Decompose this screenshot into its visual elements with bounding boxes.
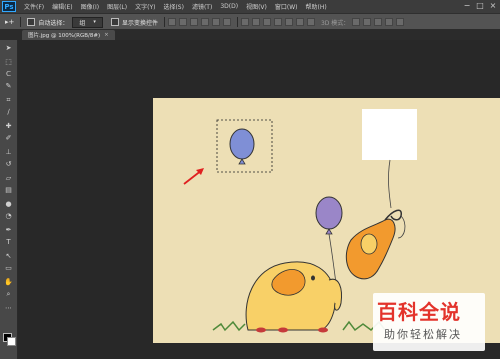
type-icon[interactable]: T [3, 238, 14, 247]
history-brush-icon[interactable]: ↺ [3, 160, 14, 169]
move-icon[interactable]: ➤ [3, 44, 14, 53]
yellow-elephant-foot [318, 327, 328, 333]
document-tab-title: 图片.jpg @ 100%(RGB/8#) [28, 33, 101, 39]
auto-align-icon[interactable] [306, 18, 315, 26]
3d-slide-icon[interactable] [385, 18, 394, 26]
menu-select[interactable]: 选择(S) [163, 2, 184, 11]
align-right-icon[interactable] [222, 18, 231, 26]
yellow-elephant-foot [278, 327, 288, 333]
close-icon[interactable]: × [488, 1, 498, 11]
auto-select-checkbox[interactable] [27, 18, 36, 26]
3d-scale-icon[interactable] [396, 18, 405, 26]
minimize-icon[interactable]: − [462, 1, 472, 11]
eyedropper-icon[interactable]: ∕ [3, 108, 14, 117]
blue-balloon[interactable] [229, 128, 255, 160]
path-select-icon[interactable]: ↖ [3, 252, 14, 261]
tools-panel: ➤ ⬚ ᑕ ✎ ⌗ ∕ ✚ ✐ ⊥ ↺ ▱ ▤ ● ◔ ✒ T ↖ ▭ ✋ ⌕ … [0, 40, 18, 359]
document-tab-bar: 图片.jpg @ 100%(RGB/8#) × [0, 29, 500, 40]
yellow-elephant-eye [311, 275, 315, 281]
move-tool-preset-icon[interactable]: ▸+ [5, 18, 14, 26]
watermark-subtitle: 助你轻松解决 [384, 328, 462, 341]
red-arrow-annotation [183, 168, 204, 185]
eraser-icon[interactable]: ▱ [3, 174, 14, 183]
align-center-icon[interactable] [211, 18, 220, 26]
distribute-left-icon[interactable] [273, 18, 282, 26]
gradient-icon[interactable]: ▤ [3, 186, 14, 195]
divider [236, 17, 238, 27]
chevron-down-icon: ▾ [93, 19, 96, 25]
3d-roll-icon[interactable] [363, 18, 372, 26]
menu-edit[interactable]: 编辑(E) [52, 2, 72, 11]
menu-layer[interactable]: 图层(L) [107, 2, 127, 11]
purple-balloon-knot [325, 228, 333, 235]
orange-elephant-ear [360, 233, 378, 255]
menu-view[interactable]: 视图(V) [246, 2, 267, 11]
distribute-middle-icon[interactable] [251, 18, 260, 26]
stamp-icon[interactable]: ⊥ [3, 148, 14, 157]
white-rectangle-layer[interactable] [362, 109, 417, 160]
pen-icon[interactable]: ✒ [3, 226, 14, 235]
menu-help[interactable]: 帮助(H) [306, 2, 327, 11]
distribute-right-icon[interactable] [295, 18, 304, 26]
hand-icon[interactable]: ✋ [3, 278, 14, 287]
distribute-top-icon[interactable] [240, 18, 249, 26]
auto-select-label: 自动选择： [38, 19, 69, 27]
crop-icon[interactable]: ⌗ [3, 96, 14, 105]
document-tab[interactable]: 图片.jpg @ 100%(RGB/8#) × [22, 30, 115, 40]
lasso-icon[interactable]: ᑕ [3, 70, 14, 79]
divider [163, 17, 165, 27]
auto-select-dropdown[interactable]: 组 ▾ [72, 16, 103, 28]
menu-bar: Ps 文件(F) 编辑(E) 图像(I) 图层(L) 文字(Y) 选择(S) 滤… [0, 0, 500, 13]
divider [20, 17, 22, 27]
blur-icon[interactable]: ● [3, 200, 14, 209]
shape-icon[interactable]: ▭ [3, 264, 14, 273]
distribute-bottom-icon[interactable] [262, 18, 271, 26]
menu-filter[interactable]: 滤镜(T) [192, 2, 212, 11]
maximize-icon[interactable]: □ [475, 1, 485, 11]
distribute-center-icon[interactable] [284, 18, 293, 26]
yellow-elephant-foot [256, 327, 266, 333]
healing-icon[interactable]: ✚ [3, 122, 14, 131]
show-transform-label: 显示变换控件 [121, 19, 158, 27]
align-bottom-icon[interactable] [189, 18, 198, 26]
zoom-icon[interactable]: ⌕ [3, 290, 14, 299]
dodge-icon[interactable]: ◔ [3, 212, 14, 221]
show-transform-checkbox[interactable] [110, 18, 119, 26]
menu-file[interactable]: 文件(F) [24, 2, 44, 11]
3d-drag-icon[interactable] [374, 18, 383, 26]
white-square-string [388, 159, 392, 209]
quick-select-icon[interactable]: ✎ [3, 82, 14, 91]
align-top-icon[interactable] [167, 18, 176, 26]
align-left-icon[interactable] [200, 18, 209, 26]
brush-icon[interactable]: ✐ [3, 134, 14, 143]
close-tab-icon[interactable]: × [104, 32, 109, 38]
more-tools-icon[interactable]: ⋯ [3, 304, 14, 313]
blue-balloon-knot [238, 158, 246, 165]
marquee-icon[interactable]: ⬚ [3, 58, 14, 67]
background-color-swatch[interactable] [7, 337, 16, 346]
menu-window[interactable]: 窗口(W) [275, 2, 298, 11]
photoshop-logo: Ps [2, 1, 16, 12]
menu-image[interactable]: 图像(I) [81, 2, 99, 11]
watermark-title: 百科全说 [377, 300, 461, 324]
purple-balloon[interactable] [315, 196, 343, 230]
menu-3d[interactable]: 3D(D) [220, 3, 238, 10]
auto-select-value: 组 [79, 19, 86, 27]
3d-rotate-icon[interactable] [352, 18, 361, 26]
orange-elephant-trunk [384, 209, 402, 221]
menu-type[interactable]: 文字(Y) [135, 2, 155, 11]
align-middle-icon[interactable] [178, 18, 187, 26]
3d-mode-label: 3D 模式： [320, 19, 350, 27]
